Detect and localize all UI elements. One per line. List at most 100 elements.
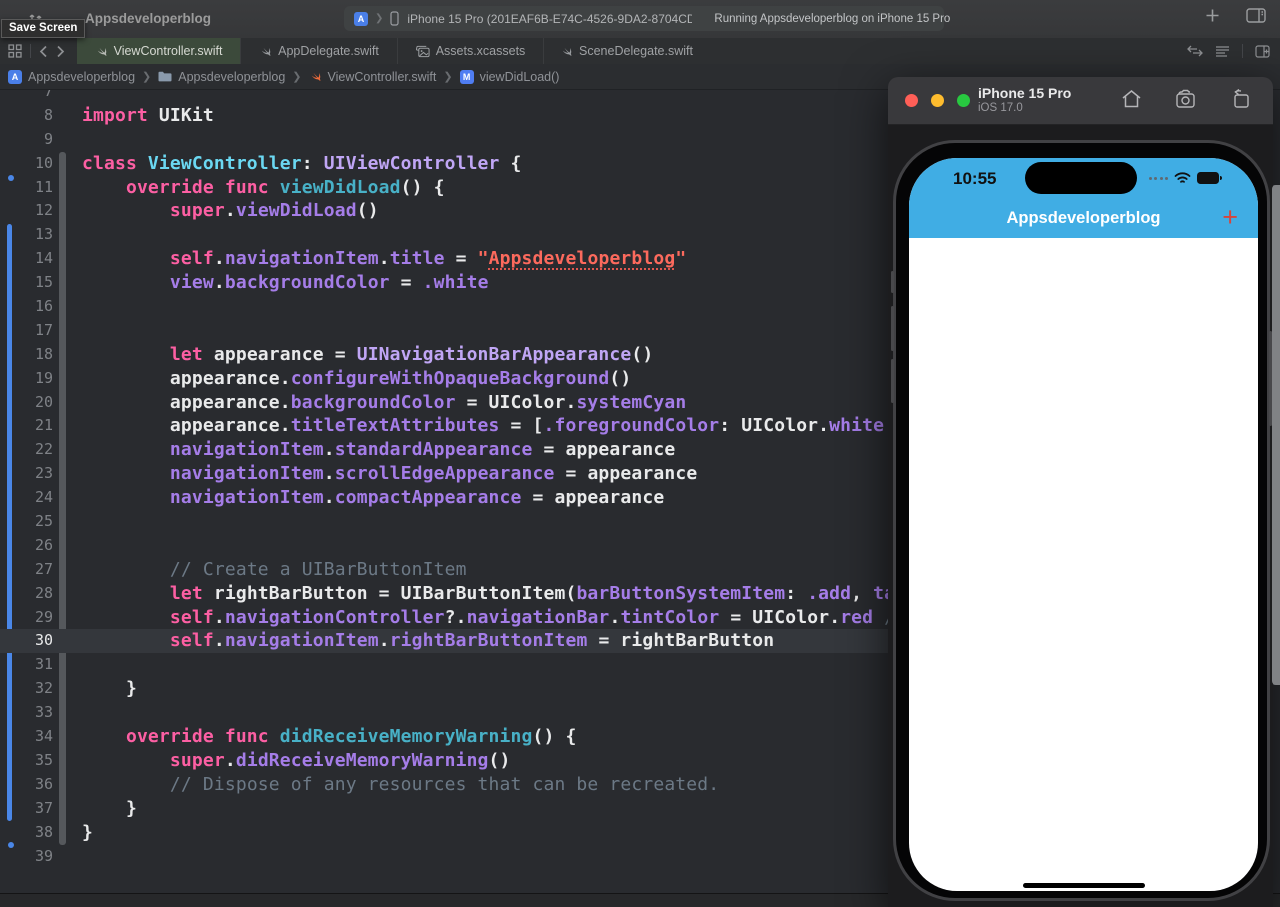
code-text: super.didReceiveMemoryWarning() xyxy=(169,749,511,771)
tab-label: AppDelegate.swift xyxy=(278,44,379,58)
breadcrumb-project[interactable]: A Appsdeveloperblog xyxy=(8,69,135,84)
swift-file-icon xyxy=(560,45,573,58)
home-icon[interactable] xyxy=(1121,89,1142,109)
line-number[interactable]: 18 xyxy=(0,343,53,367)
iphone-screen[interactable]: 10:55 Appsdeveloperblog + xyxy=(909,158,1258,891)
status-time: 10:55 xyxy=(953,169,997,188)
code-text: self.navigationController?.navigationBar… xyxy=(169,606,896,628)
code-review-icon[interactable] xyxy=(1187,45,1203,57)
line-number[interactable]: 37 xyxy=(0,797,53,821)
breadcrumb-separator: ❯ xyxy=(443,71,453,83)
window-scrollbar[interactable] xyxy=(1272,185,1280,685)
code-text: navigationItem.compactAppearance = appea… xyxy=(169,487,665,509)
line-number[interactable]: 12 xyxy=(0,199,53,223)
code-text: } xyxy=(82,821,93,843)
line-number[interactable]: 9 xyxy=(0,128,53,152)
line-number[interactable]: 28 xyxy=(0,582,53,606)
minimize-button[interactable] xyxy=(931,94,944,107)
title-bar: Appsdeveloperblog A ❯ iPhone 15 Pro (201… xyxy=(0,0,1280,39)
code-text: let appearance = UINavigationBarAppearan… xyxy=(169,343,654,365)
tab-scenedelegate-swift[interactable]: SceneDelegate.swift xyxy=(543,38,709,64)
breadcrumb-file[interactable]: ViewController.swift xyxy=(309,70,436,84)
action-button xyxy=(891,271,894,293)
line-number[interactable]: 24 xyxy=(0,486,53,510)
line-number[interactable]: 25 xyxy=(0,510,53,534)
line-number[interactable]: 16 xyxy=(0,295,53,319)
code-text: let rightBarButton = UIBarButtonItem(bar… xyxy=(169,582,896,604)
line-number[interactable]: 33 xyxy=(0,701,53,725)
add-bar-button[interactable]: + xyxy=(1222,202,1238,232)
divider xyxy=(1242,44,1243,58)
line-number[interactable]: 32 xyxy=(0,677,53,701)
line-number[interactable]: 20 xyxy=(0,391,53,415)
adjust-editor-icon[interactable] xyxy=(1215,45,1230,57)
line-number[interactable]: 31 xyxy=(0,653,53,677)
code-text: appearance.titleTextAttributes = [.foreg… xyxy=(82,415,885,437)
line-number[interactable]: 36 xyxy=(0,773,53,797)
line-number[interactable]: 21 xyxy=(0,414,53,438)
simulator-device-name: iPhone 15 Pro xyxy=(978,85,1072,101)
code-text: navigationItem.standardAppearance = appe… xyxy=(169,439,676,461)
cellular-signal-icon xyxy=(1148,176,1168,180)
add-editor-icon[interactable] xyxy=(1255,44,1270,58)
destination-label[interactable]: iPhone 15 Pro (201EAF6B-E74C-4526-9DA2-8… xyxy=(407,12,692,26)
screenshot-icon[interactable] xyxy=(1174,89,1198,109)
line-number[interactable]: 15 xyxy=(0,271,53,295)
breadcrumb-separator: ❯ xyxy=(292,71,302,83)
line-number[interactable]: 14 xyxy=(0,247,53,271)
tab-viewcontroller-swift[interactable]: ViewController.swift xyxy=(77,38,240,64)
line-number[interactable]: 38 xyxy=(0,821,53,845)
editor-layout-icon[interactable] xyxy=(8,44,22,58)
code-text: super.viewDidLoad() xyxy=(169,200,379,222)
activity-status: Running Appsdeveloperblog on iPhone 15 P… xyxy=(714,12,951,25)
divider xyxy=(30,44,31,58)
tab-label: ViewController.swift xyxy=(113,44,223,58)
line-number[interactable]: 11 xyxy=(0,176,53,200)
close-button[interactable] xyxy=(905,94,918,107)
code-text: // Create a UIBarButtonItem xyxy=(169,558,467,580)
code-text: override func didReceiveMemoryWarning() … xyxy=(125,726,577,748)
breadcrumb-method[interactable]: M viewDidLoad() xyxy=(459,69,559,84)
line-number[interactable]: 23 xyxy=(0,462,53,486)
tab-appdelegate-swift[interactable]: AppDelegate.swift xyxy=(240,38,397,64)
run-destination-bar[interactable]: A ❯ iPhone 15 Pro (201EAF6B-E74C-4526-9D… xyxy=(344,6,950,31)
line-number[interactable]: 19 xyxy=(0,367,53,391)
line-number[interactable]: 27 xyxy=(0,558,53,582)
line-number[interactable]: 13 xyxy=(0,223,53,247)
line-number[interactable]: 22 xyxy=(0,438,53,462)
dynamic-island xyxy=(1025,162,1137,194)
line-number[interactable]: 17 xyxy=(0,319,53,343)
chevron-separator-icon: ❯ xyxy=(375,13,384,24)
back-button[interactable] xyxy=(39,45,48,58)
tab-assets-xcassets[interactable]: Assets.xcassets xyxy=(397,38,543,64)
iphone-device-icon xyxy=(390,11,399,26)
breadcrumb-group[interactable]: Appsdeveloperblog xyxy=(158,70,285,84)
wifi-icon xyxy=(1174,172,1191,184)
forward-button[interactable] xyxy=(56,45,65,58)
line-number[interactable]: 34 xyxy=(0,725,53,749)
simulator-window[interactable]: iPhone 15 Pro iOS 17.0 10:55 Appsdevelop… xyxy=(888,77,1273,907)
code-text: appearance.configureWithOpaqueBackground… xyxy=(82,367,632,389)
zoom-button[interactable] xyxy=(957,94,970,107)
line-number[interactable]: 8 xyxy=(0,104,53,128)
line-number[interactable]: 29 xyxy=(0,606,53,630)
rotate-icon[interactable] xyxy=(1230,89,1251,109)
inspector-toggle-icon[interactable] xyxy=(1246,8,1266,23)
line-number[interactable]: 39 xyxy=(0,845,53,869)
swift-icon xyxy=(309,70,322,83)
add-button[interactable] xyxy=(1205,8,1220,23)
line-number[interactable]: 7 xyxy=(0,90,53,104)
nav-bar-title: Appsdeveloperblog xyxy=(1006,209,1161,227)
line-number[interactable]: 30 xyxy=(0,629,53,653)
line-number[interactable]: 35 xyxy=(0,749,53,773)
simulator-title-bar[interactable]: iPhone 15 Pro iOS 17.0 xyxy=(888,77,1273,125)
line-number[interactable]: 10 xyxy=(0,152,53,176)
line-number[interactable]: 26 xyxy=(0,534,53,558)
